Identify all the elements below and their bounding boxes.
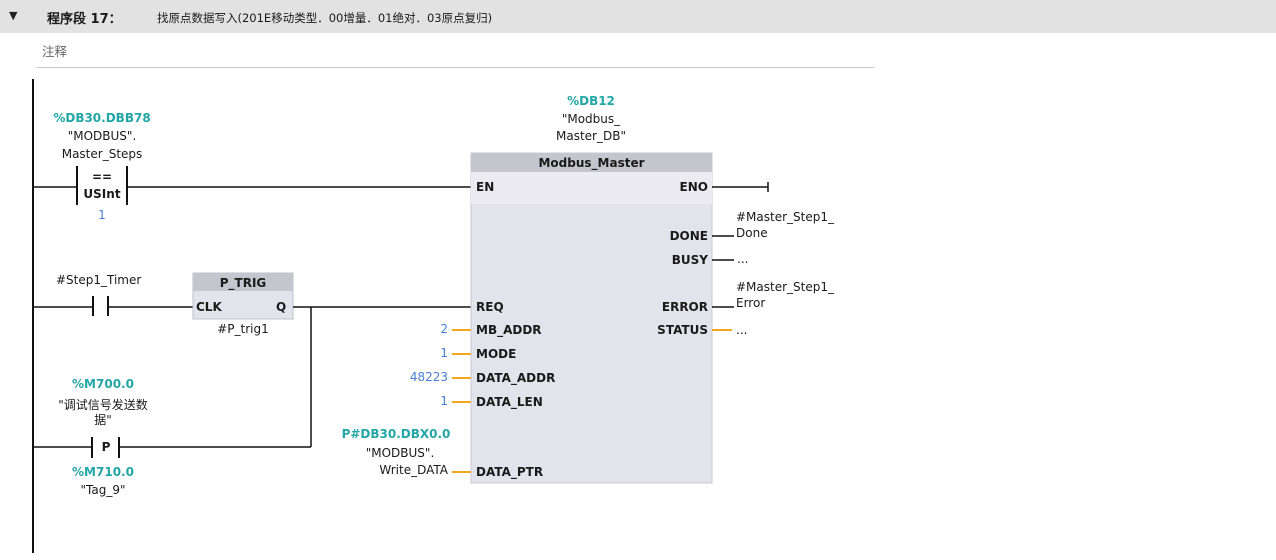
modbus-master-title: Modbus_Master <box>538 156 645 170</box>
data-ptr-address[interactable]: P#DB30.DBX0.0 <box>334 427 458 441</box>
busy-value[interactable]: ... <box>737 252 748 266</box>
error-tag-line2[interactable]: Error <box>736 296 765 310</box>
p-contact-tag-line2[interactable]: 据" <box>50 413 156 427</box>
input-mode-label: MODE <box>476 347 517 361</box>
data-len-value[interactable]: 1 <box>390 394 448 408</box>
done-tag-line1[interactable]: #Master_Step1_ <box>736 210 834 224</box>
output-busy-label: BUSY <box>671 253 708 267</box>
input-data-ptr-label: DATA_PTR <box>476 465 544 479</box>
p-contact-address[interactable]: %M700.0 <box>50 377 156 391</box>
mb-addr-value[interactable]: 2 <box>390 322 448 336</box>
input-data-addr-label: DATA_ADDR <box>476 371 556 385</box>
compare-tag-line1[interactable]: "MODBUS". <box>52 129 152 143</box>
output-error-label: ERROR <box>661 300 708 314</box>
mode-value[interactable]: 1 <box>390 346 448 360</box>
compare-value[interactable]: 1 <box>82 208 122 222</box>
p-contact-edge-address[interactable]: %M710.0 <box>50 465 156 479</box>
instance-db-line2[interactable]: Master_DB" <box>541 129 641 143</box>
error-tag-line1[interactable]: #Master_Step1_ <box>736 280 834 294</box>
data-addr-value[interactable]: 48223 <box>380 370 448 384</box>
compare-type[interactable]: USInt <box>79 187 125 201</box>
status-value[interactable]: ... <box>736 323 747 337</box>
instance-db-line1[interactable]: "Modbus_ <box>541 112 641 126</box>
ptrig-clk-pin: CLK <box>196 300 222 314</box>
p-contact-edge-tag[interactable]: "Tag_9" <box>50 483 156 497</box>
output-status-label: STATUS <box>657 323 708 337</box>
input-req-label: REQ <box>476 300 504 314</box>
ladder-diagram <box>32 79 769 553</box>
compare-address[interactable]: %DB30.DBB78 <box>52 111 152 125</box>
input-data-len-label: DATA_LEN <box>476 395 543 409</box>
p-contact-tag-line1[interactable]: "调试信号发送数 <box>40 398 166 412</box>
input-mb-addr-label: MB_ADDR <box>476 323 542 337</box>
ptrig-q-pin: Q <box>276 300 287 314</box>
data-ptr-line1[interactable]: "MODBUS". <box>350 446 450 460</box>
compare-tag-line2[interactable]: Master_Steps <box>52 147 152 161</box>
output-eno-label: ENO <box>679 180 708 194</box>
compare-operator: == <box>91 170 113 184</box>
ptrig-instance[interactable]: #P_trig1 <box>193 322 293 336</box>
timer-contact-tag[interactable]: #Step1_Timer <box>56 273 141 287</box>
p-contact-symbol: P <box>101 440 111 454</box>
input-en-label: EN <box>476 180 495 194</box>
ptrig-title: P_TRIG <box>219 276 267 290</box>
data-ptr-line2[interactable]: Write_DATA <box>350 463 448 477</box>
output-done-label: DONE <box>669 229 708 243</box>
instance-db-address[interactable]: %DB12 <box>541 94 641 108</box>
done-tag-line2[interactable]: Done <box>736 226 768 240</box>
